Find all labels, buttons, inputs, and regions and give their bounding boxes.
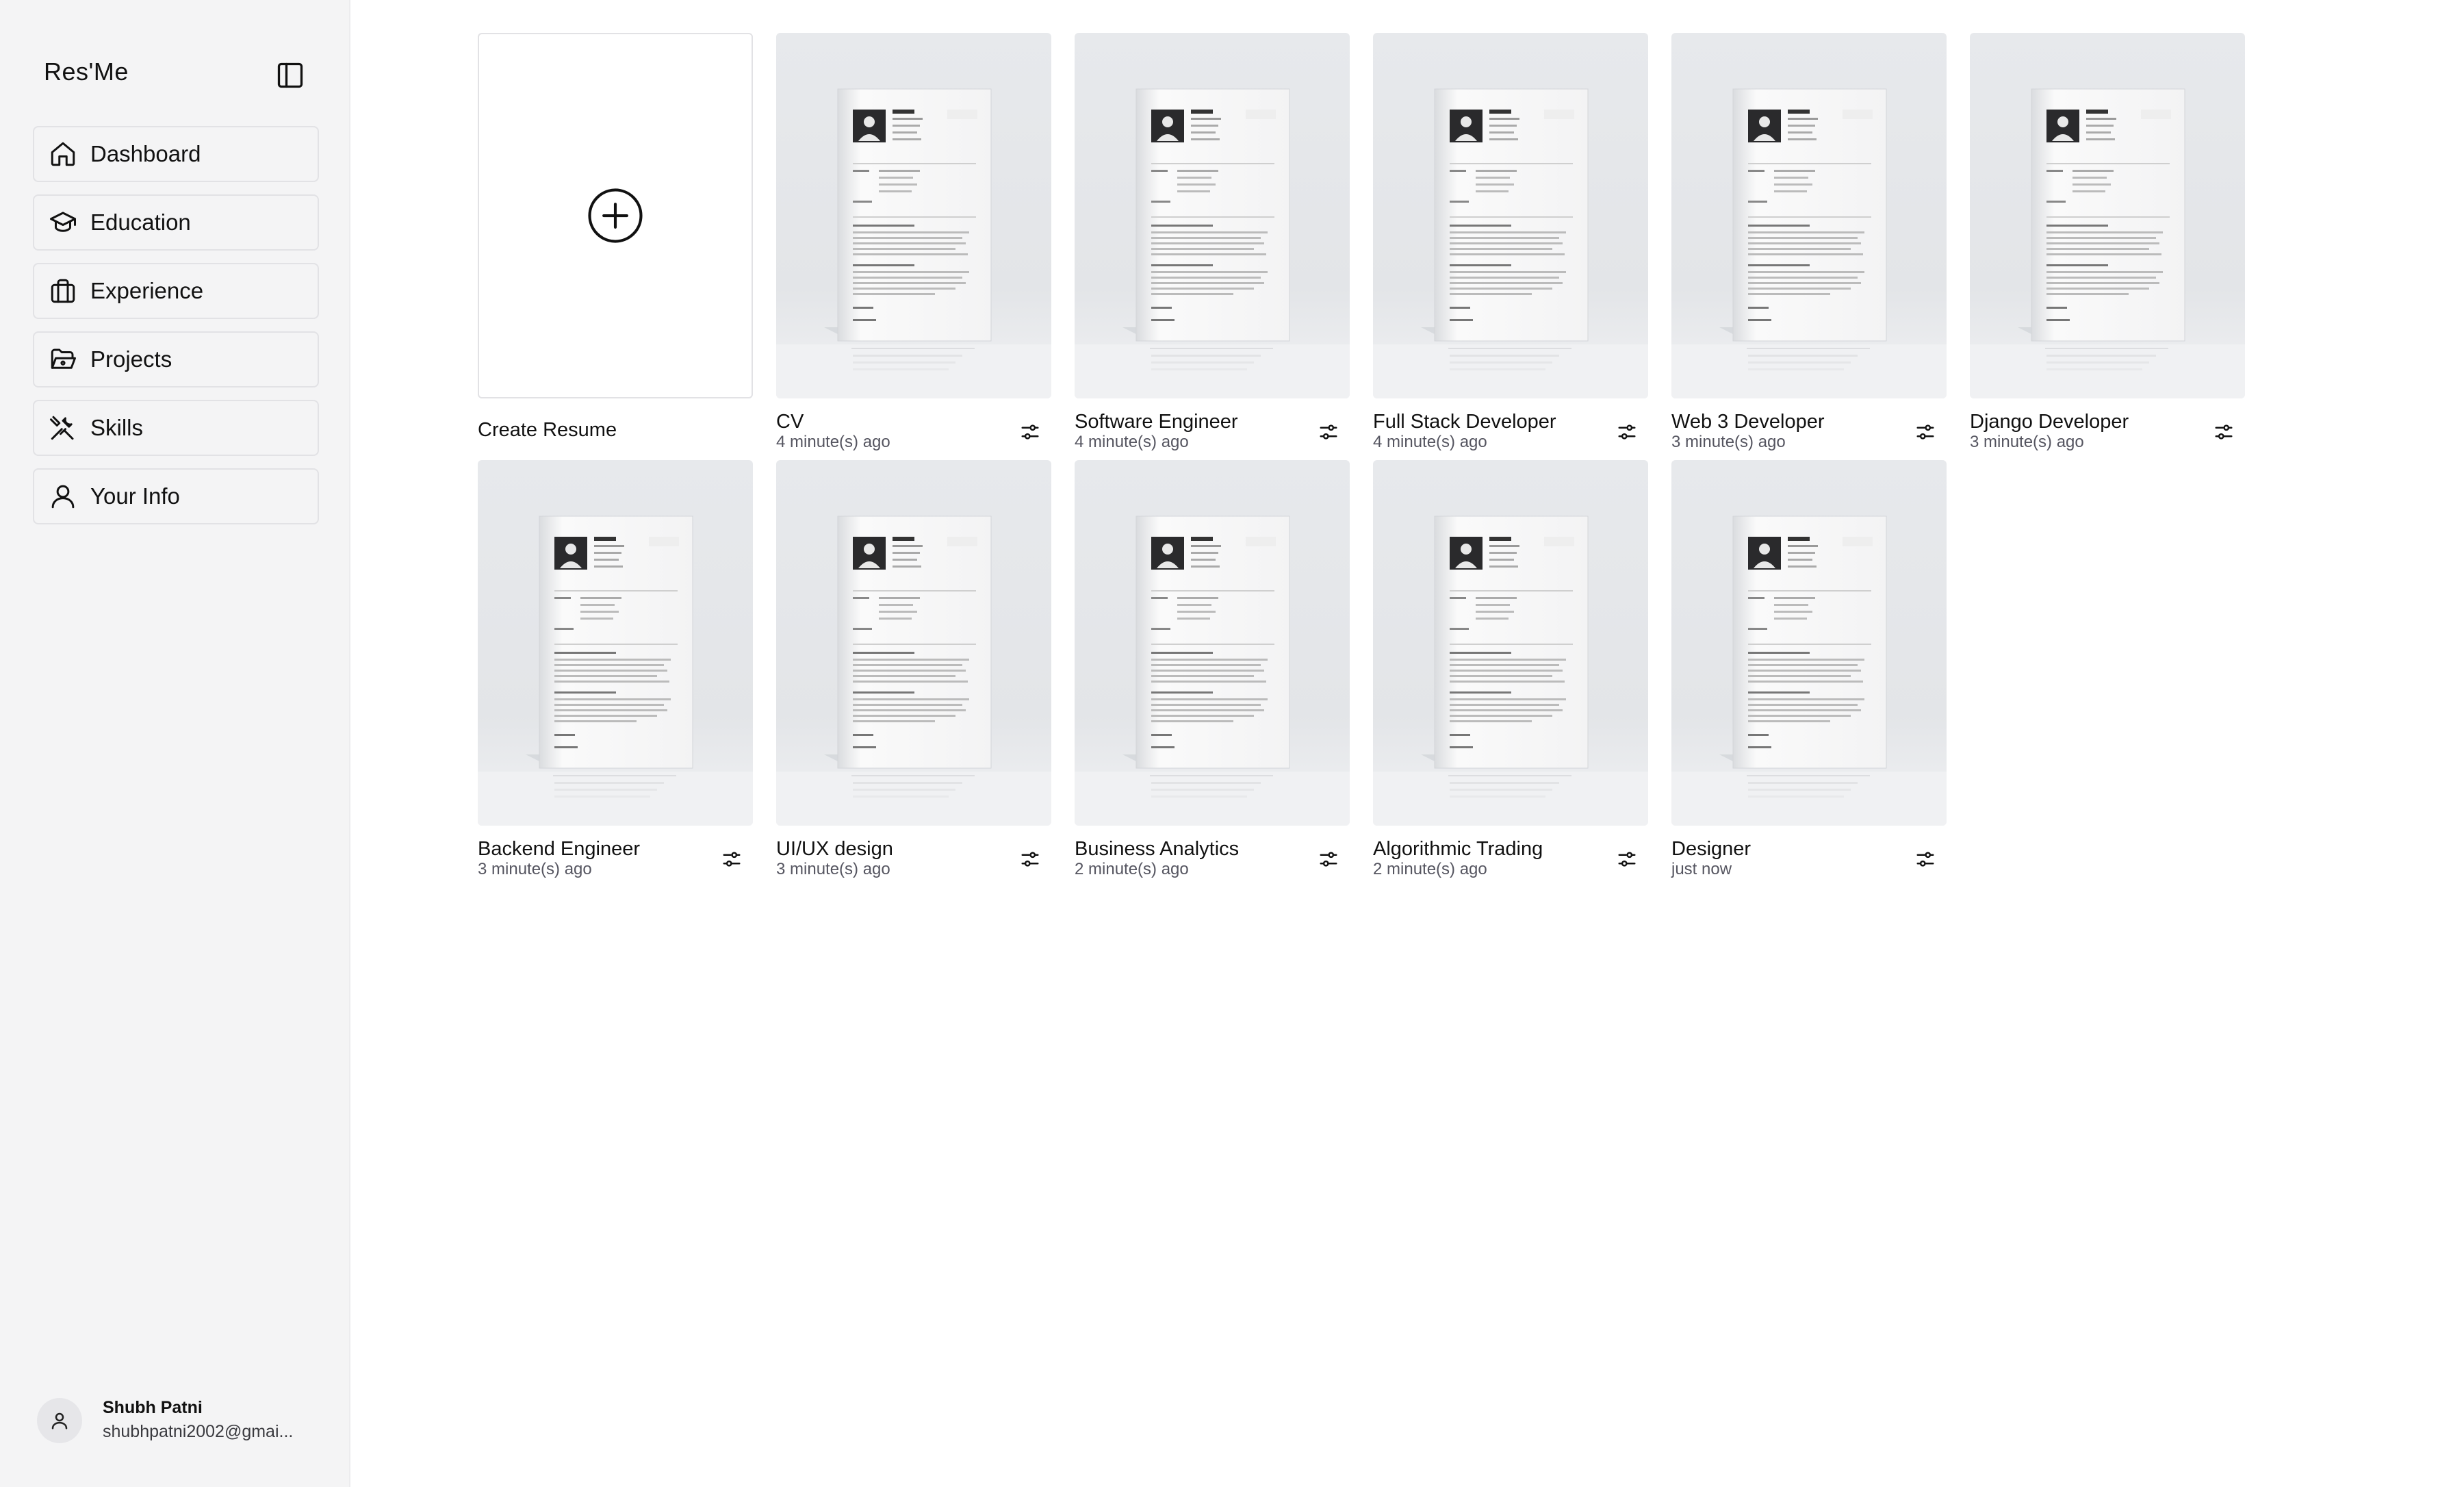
resume-options-button[interactable] — [1017, 419, 1043, 445]
resume-options-button[interactable] — [1316, 419, 1342, 445]
sliders-icon — [1021, 424, 1039, 440]
resume-title: Designer — [1671, 838, 1751, 860]
sliders-icon — [1320, 424, 1337, 440]
resume-options-button[interactable] — [1912, 419, 1938, 445]
resume-thumbnail[interactable] — [776, 460, 1051, 826]
sidebar-item-label: Your Info — [90, 483, 180, 509]
resume-card[interactable]: Software Engineer 4 minute(s) ago — [1075, 33, 1350, 451]
user-email: shubhpatni2002@gmai... — [103, 1422, 294, 1441]
sliders-icon — [723, 852, 741, 867]
user-icon — [45, 479, 81, 514]
sidebar-item-skills[interactable]: Skills — [33, 400, 319, 456]
resume-card[interactable]: CV 4 minute(s) ago — [776, 33, 1051, 451]
create-resume-card[interactable]: Create Resume — [478, 33, 753, 449]
sidebar-item-dashboard[interactable]: Dashboard — [33, 126, 319, 182]
resume-timestamp: 4 minute(s) ago — [776, 433, 890, 451]
sliders-icon — [2215, 424, 2233, 440]
resume-card[interactable]: Django Developer 3 minute(s) ago — [1970, 33, 2245, 451]
home-icon — [45, 136, 81, 172]
sidebar-item-label: Projects — [90, 346, 172, 372]
resume-title: Full Stack Developer — [1373, 411, 1556, 433]
resume-timestamp: 4 minute(s) ago — [1075, 433, 1189, 451]
resume-thumbnail[interactable] — [1671, 33, 1947, 398]
resume-title: Algorithmic Trading — [1373, 838, 1543, 860]
sliders-icon — [1320, 852, 1337, 867]
app-title: Res'Me — [44, 58, 129, 86]
resume-timestamp: 2 minute(s) ago — [1075, 860, 1189, 878]
resume-title: Backend Engineer — [478, 838, 640, 860]
resume-title: Django Developer — [1970, 411, 2129, 433]
resume-thumbnail[interactable] — [1373, 33, 1648, 398]
resume-options-button[interactable] — [1316, 846, 1342, 872]
resume-title: Business Analytics — [1075, 838, 1240, 860]
sliders-icon — [1618, 424, 1636, 440]
resume-options-button[interactable] — [1017, 846, 1043, 872]
user-name: Shubh Patni — [103, 1398, 203, 1417]
resume-options-button[interactable] — [1912, 846, 1938, 872]
resume-options-button[interactable] — [2211, 419, 2237, 445]
sliders-icon — [1916, 424, 1934, 440]
resume-thumbnail[interactable] — [776, 33, 1051, 398]
sliders-icon — [1021, 852, 1039, 867]
sidebar-item-label: Dashboard — [90, 141, 201, 166]
sidebar-item-label: Skills — [90, 415, 144, 440]
panel-left-icon — [277, 62, 303, 88]
avatar — [37, 1398, 82, 1443]
resume-timestamp: just now — [1671, 860, 1732, 878]
resume-timestamp: 4 minute(s) ago — [1373, 433, 1487, 451]
resume-title: UI/UX design — [776, 838, 893, 860]
graduation-cap-icon — [45, 205, 81, 240]
sidebar-toggle-button[interactable] — [272, 58, 308, 93]
create-resume-button[interactable] — [478, 33, 753, 398]
sidebar-item-projects[interactable]: Projects — [33, 331, 319, 387]
resume-card[interactable]: Web 3 Developer 3 minute(s) ago — [1671, 33, 1947, 451]
sliders-icon — [1618, 852, 1636, 867]
resume-title: CV — [776, 411, 804, 433]
tools-icon — [45, 410, 81, 446]
resume-card[interactable]: Designer just now — [1671, 460, 1947, 878]
resume-options-button[interactable] — [719, 846, 745, 872]
briefcase-icon — [45, 273, 81, 309]
resume-thumbnail[interactable] — [1970, 33, 2245, 398]
resume-card[interactable]: Full Stack Developer 4 minute(s) ago — [1373, 33, 1648, 451]
resume-thumbnail[interactable] — [478, 460, 753, 826]
sidebar-item-label: Experience — [90, 278, 204, 303]
sliders-icon — [1916, 852, 1934, 867]
resume-card[interactable]: Algorithmic Trading 2 minute(s) ago — [1373, 460, 1648, 878]
sidebar: Res'Me Dashboard Education Experience Pr… — [0, 0, 350, 1487]
resume-title: Software Engineer — [1075, 411, 1238, 433]
resume-thumbnail[interactable] — [1075, 33, 1350, 398]
resume-thumbnail[interactable] — [1075, 460, 1350, 826]
resume-thumbnail[interactable] — [1373, 460, 1648, 826]
resume-card[interactable]: UI/UX design 3 minute(s) ago — [776, 460, 1051, 878]
resume-card[interactable]: Backend Engineer 3 minute(s) ago — [478, 460, 753, 878]
resume-timestamp: 3 minute(s) ago — [478, 860, 592, 878]
plus-circle-icon — [588, 188, 643, 243]
sidebar-nav: Dashboard Education Experience Projects … — [33, 126, 319, 537]
sidebar-item-experience[interactable]: Experience — [33, 263, 319, 319]
resume-timestamp: 2 minute(s) ago — [1373, 860, 1487, 878]
resume-title: Web 3 Developer — [1671, 411, 1825, 433]
resume-options-button[interactable] — [1614, 846, 1640, 872]
resume-thumbnail[interactable] — [1671, 460, 1947, 826]
resume-card[interactable]: Business Analytics 2 minute(s) ago — [1075, 460, 1350, 878]
user-profile[interactable]: Shubh Patni shubhpatni2002@gmai... — [37, 1397, 293, 1445]
sidebar-item-your-info[interactable]: Your Info — [33, 468, 319, 524]
user-avatar-icon — [51, 1412, 68, 1429]
resume-timestamp: 3 minute(s) ago — [1671, 433, 1786, 451]
folder-open-icon — [45, 342, 81, 377]
resume-grid: Create Resume CV 4 minute(s) ago Softwar… — [350, 0, 2464, 1487]
sidebar-item-label: Education — [90, 209, 191, 235]
create-resume-label: Create Resume — [478, 419, 617, 441]
sidebar-item-education[interactable]: Education — [33, 194, 319, 251]
resume-timestamp: 3 minute(s) ago — [1970, 433, 2084, 451]
resume-options-button[interactable] — [1614, 419, 1640, 445]
resume-timestamp: 3 minute(s) ago — [776, 860, 890, 878]
